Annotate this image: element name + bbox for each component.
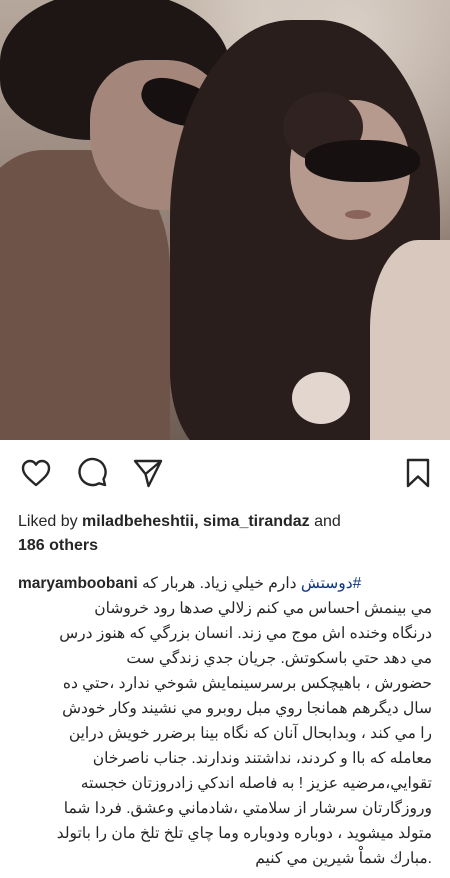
photo-woman-lips — [345, 210, 371, 219]
post-actions-bar — [0, 440, 450, 504]
caption-line: مي بينمش احساس مي كنم زلالي صدها رود خرو… — [94, 600, 432, 617]
caption-hashtag-link[interactable]: #دوستش — [301, 575, 361, 592]
instagram-post: Liked by miladbeheshtii, sima_tirandaz a… — [0, 0, 450, 871]
likes-summary: Liked by miladbeheshtii, sima_tirandaz a… — [0, 510, 450, 558]
comment-bubble-icon[interactable] — [76, 457, 108, 489]
post-caption: maryamboobani #دوستش دارم خيلي زياد. هرب… — [0, 571, 450, 871]
caption-line: .مبارك شماْ شيرين مي كنيم — [255, 850, 432, 867]
post-photo[interactable] — [0, 0, 450, 440]
photo-background-figure — [370, 240, 450, 440]
liker-username-link[interactable]: sima_tirandaz — [203, 513, 310, 530]
caption-line: تقوايي،مرضيه عزيز ! به فاصله اندكي زادرو… — [80, 775, 432, 792]
caption-line: را مي كند ، وبدابحال آنان كه نگاه بينا ب… — [68, 725, 432, 742]
liker-username-link[interactable]: miladbeheshtii — [82, 513, 194, 530]
caption-first-line-text: دارم خيلي زياد. هربار كه — [142, 575, 301, 592]
photo-woman-sunglasses — [305, 140, 420, 182]
caption-line: درنگاه وخنده اش موج مي زند. انسان بزرگي … — [59, 625, 432, 642]
caption-line: متولد ميشويد ، دوباره ودوباره وما چاي تل… — [56, 825, 432, 842]
caption-body: مي بينمش احساس مي كنم زلالي صدها رود خرو… — [18, 596, 432, 871]
paper-plane-icon[interactable] — [132, 457, 164, 489]
likes-separator: , — [194, 513, 203, 530]
photo-flower — [292, 372, 350, 424]
caption-line: حضورش ، باهيچكس برسرسينمايش شوخي ندارد ،… — [62, 675, 432, 692]
caption-line: وروزگارتان سرشار از سلامتي ،شادماني وعشق… — [63, 800, 432, 817]
likes-others-link[interactable]: 186 others — [18, 537, 98, 554]
caption-line: معامله كه باا و كردند، نداشتند وندارند. … — [92, 750, 432, 767]
caption-line: مي دهد حتي باسكوتش. جريان جدي زندگي ست — [126, 650, 432, 667]
likes-prefix: Liked by — [18, 513, 83, 530]
likes-and: and — [309, 513, 341, 530]
heart-outline-icon[interactable] — [20, 457, 52, 489]
caption-first-line: maryamboobani #دوستش دارم خيلي زياد. هرب… — [18, 571, 432, 596]
caption-username-link[interactable]: maryamboobani — [18, 575, 138, 592]
caption-line: سال ديگرهم همانجا روي مبل روبرو مي نشيند… — [62, 700, 432, 717]
bookmark-outline-icon[interactable] — [402, 457, 434, 489]
